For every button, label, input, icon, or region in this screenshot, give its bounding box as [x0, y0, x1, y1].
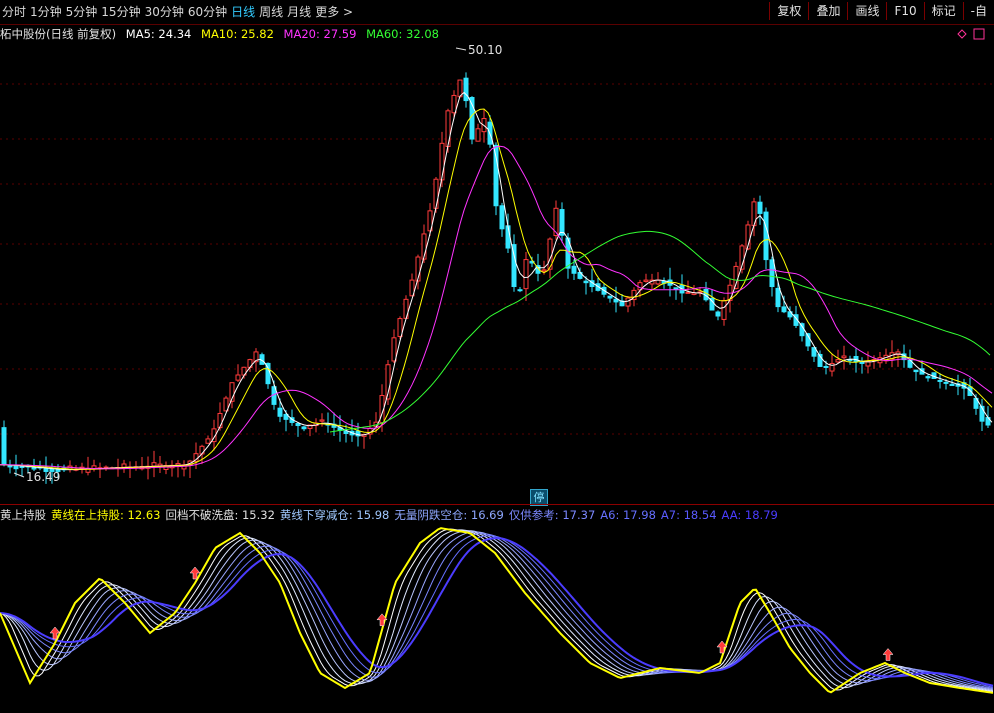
low-price-label: 16.49 — [26, 470, 60, 484]
candle-down — [583, 280, 589, 284]
candle-up — [445, 110, 451, 148]
tab-period-3[interactable]: 15分钟 — [101, 4, 144, 20]
toolbar-button-5[interactable]: -自 — [962, 2, 994, 20]
candle-down — [493, 144, 499, 207]
candle-down — [949, 383, 955, 387]
buy-arrow-icon — [882, 648, 894, 661]
candle-up — [685, 291, 691, 294]
indicator-legend-item: A6: 17.98 — [600, 508, 656, 522]
ma60-line — [329, 230, 991, 433]
candle-down — [757, 201, 763, 214]
candle-down — [937, 379, 943, 382]
indicator-legend-item: 仅供参考: 17.37 — [508, 508, 596, 522]
candle-down — [823, 365, 829, 368]
candle-down — [31, 467, 37, 470]
indicator-lag-line — [0, 537, 994, 687]
indicator-legend-item: A7: 18.54 — [660, 508, 717, 522]
candle-up — [523, 259, 529, 290]
candle-down — [19, 465, 25, 468]
indicator-chart[interactable] — [0, 523, 994, 713]
tab-period-4[interactable]: 30分钟 — [145, 4, 188, 20]
candle-down — [607, 295, 613, 299]
candle-down — [613, 298, 619, 303]
tab-period-8[interactable]: 月线 — [287, 4, 315, 20]
candle-up — [235, 374, 241, 381]
candle-down — [673, 287, 679, 290]
indicator-legend-item: 黄线下穿减仓: 15.98 — [279, 508, 390, 522]
indicator-legend-item: 无量阴跌空仓: 16.69 — [394, 508, 504, 522]
period-tabs: 分时 1分钟 5分钟 15分钟 30分钟 60分钟 日线 周线 月线 更多 > — [2, 4, 357, 20]
tab-period-6[interactable]: 日线 — [231, 4, 259, 20]
candle-down — [763, 211, 769, 261]
candle-up — [643, 279, 649, 282]
candle-up — [205, 438, 211, 444]
candle-up — [835, 359, 841, 363]
panel-divider — [0, 504, 994, 505]
candle-up — [841, 355, 847, 359]
indicator-lag-line — [0, 535, 994, 688]
candle-up — [721, 300, 727, 320]
indicator-legend: 黄上持股 黄线在上持股: 12.63 回档不破洗盘: 15.32 黄线下穿减仓: 15… — [0, 507, 783, 523]
tab-period-2[interactable]: 5分钟 — [66, 4, 102, 20]
candle-down — [943, 381, 949, 384]
candle-down — [1, 427, 7, 466]
right-buttons: 复权 叠加 画线 F10 标记 -自 — [769, 2, 994, 20]
toolbar-button-1[interactable]: 叠加 — [808, 2, 847, 20]
high-price-label: 50.10 — [468, 43, 502, 57]
candle-down — [13, 465, 19, 470]
candle-down — [463, 77, 469, 102]
candle-down — [559, 209, 565, 236]
indicator-legend-item: 回档不破洗盘: 15.32 — [165, 508, 275, 522]
toolbar-button-4[interactable]: 标记 — [923, 2, 963, 20]
toolbar-button-2[interactable]: 画线 — [847, 2, 886, 20]
candle-up — [319, 419, 325, 422]
toolbar: 分时 1分钟 5分钟 15分钟 30分钟 60分钟 日线 周线 月线 更多 > 复权 叠加 画线 F10… — [0, 0, 994, 25]
buy-arrow-icon — [716, 640, 728, 654]
candle-down — [499, 205, 505, 230]
candle-down — [775, 287, 781, 308]
tab-period-1[interactable]: 1分钟 — [30, 4, 66, 20]
candle-up — [121, 463, 127, 468]
tab-period-0[interactable]: 分时 — [2, 4, 30, 20]
candle-up — [217, 412, 223, 429]
indicator-legend-item: AA: 18.79 — [721, 508, 778, 522]
tab-period-5[interactable]: 60分钟 — [188, 4, 231, 20]
candle-up — [433, 178, 439, 209]
candle-up — [151, 462, 157, 467]
candlestick-chart[interactable]: 50.10 16.49 — [0, 24, 994, 504]
candle-down — [859, 361, 865, 364]
candle-down — [925, 376, 931, 379]
toolbar-button-0[interactable]: 复权 — [769, 2, 808, 20]
candle-up — [391, 337, 397, 362]
candle-down — [295, 423, 301, 427]
candle-down — [913, 369, 919, 373]
candle-down — [781, 306, 787, 313]
toolbar-button-3[interactable]: F10 — [886, 2, 923, 20]
candle-down — [517, 289, 523, 292]
candle-up — [655, 279, 661, 285]
candle-down — [277, 407, 283, 417]
high-pointer — [455, 47, 467, 51]
candle-down — [505, 225, 511, 249]
candle-up — [475, 128, 481, 142]
more-periods-button[interactable]: 更多 > — [315, 4, 357, 20]
candle-up — [625, 297, 631, 307]
candle-down — [571, 265, 577, 274]
indicator-legend-item: 黄线在上持股: 12.63 — [51, 508, 161, 522]
candle-up — [541, 269, 547, 272]
tab-period-7[interactable]: 周线 — [259, 4, 287, 20]
candle-down — [769, 259, 775, 288]
candle-down — [301, 426, 307, 430]
indicator-legend-item: 黄上持股 — [0, 508, 46, 522]
candle-down — [715, 311, 721, 317]
